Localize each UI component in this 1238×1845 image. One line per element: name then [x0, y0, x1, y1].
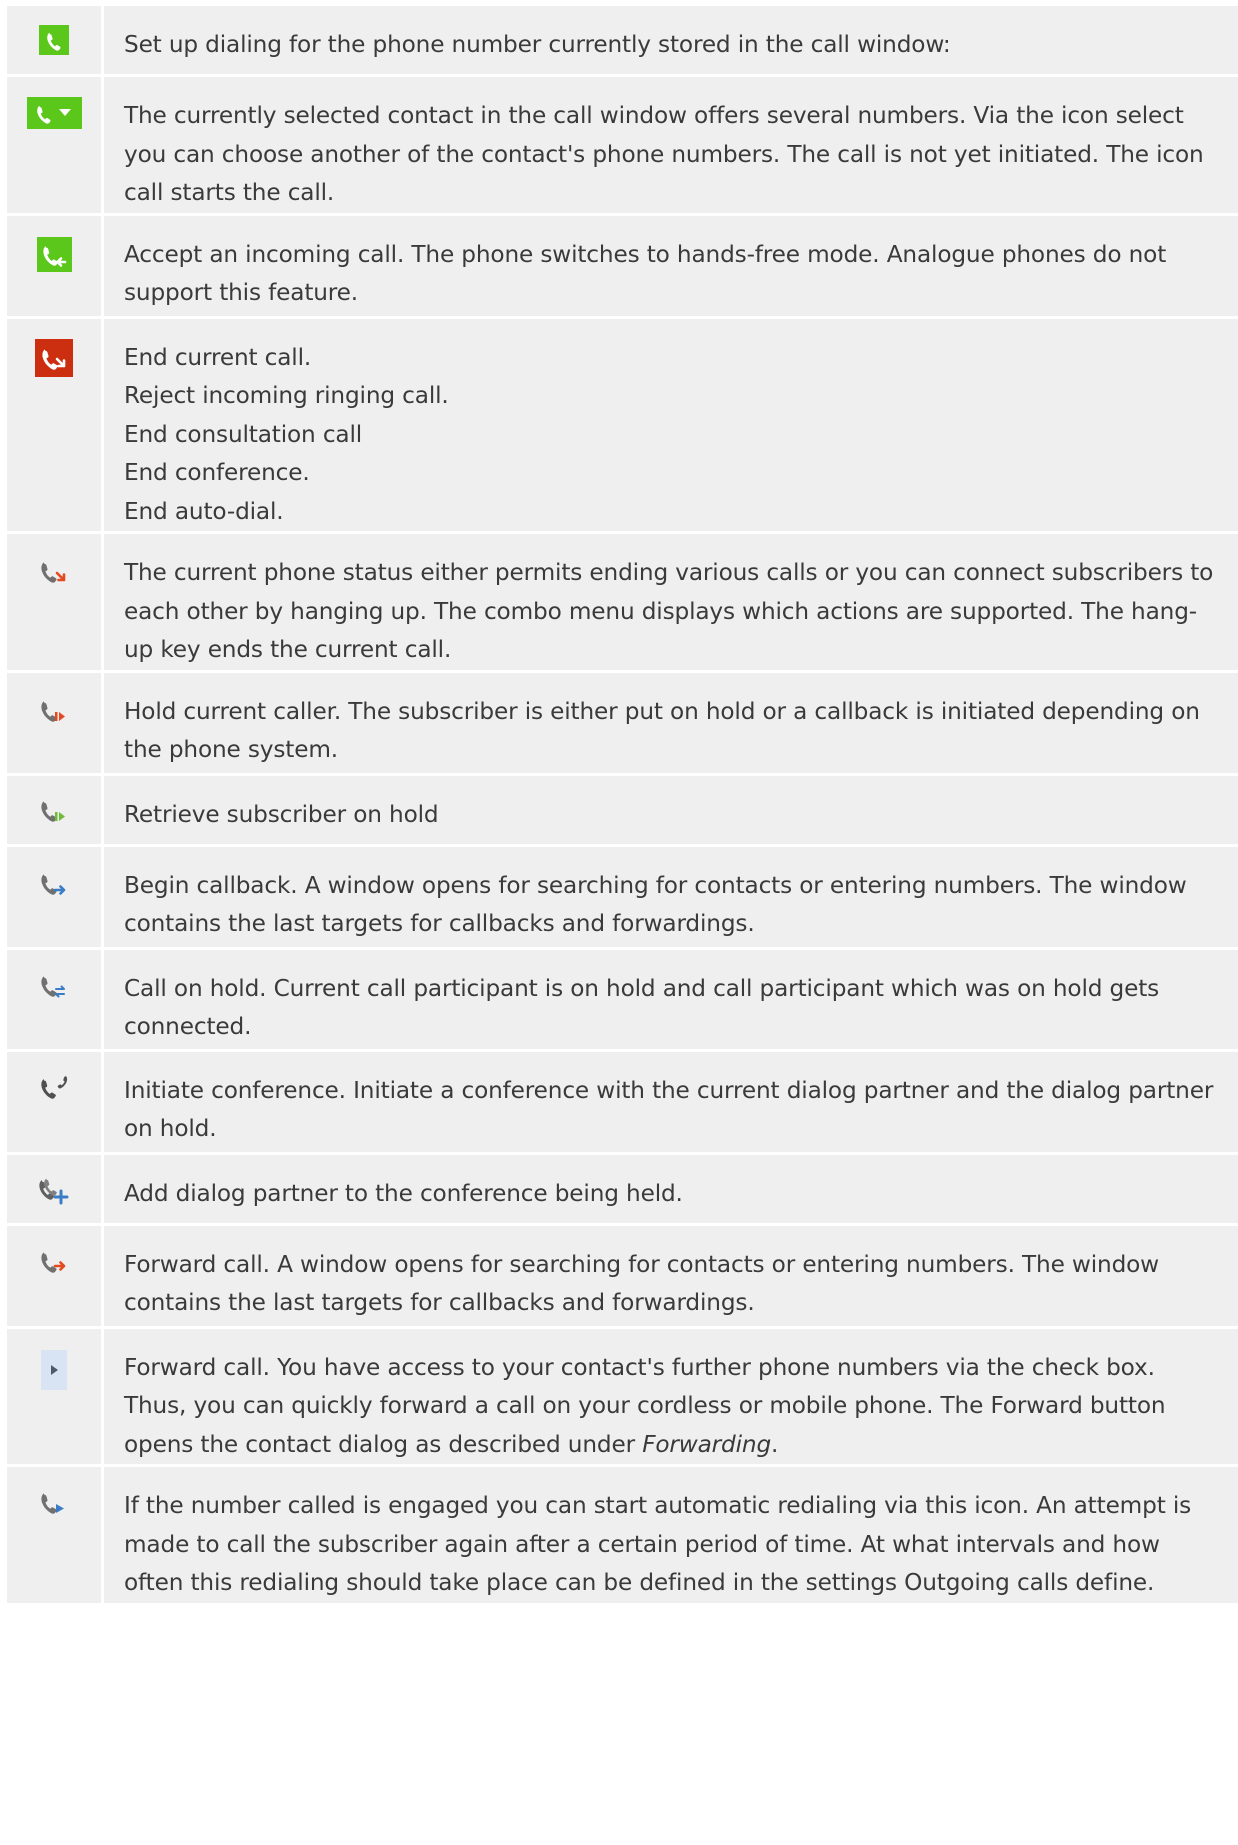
icon-cell — [7, 1051, 104, 1155]
description-cell: Accept an incoming call. The phone switc… — [104, 215, 1238, 319]
description-cell: Hold current caller. The subscriber is e… — [104, 672, 1238, 776]
table-row: Begin callback. A window opens for searc… — [7, 846, 1238, 950]
auto-redial-icon[interactable] — [38, 1487, 70, 1519]
swap-call-icon[interactable] — [38, 970, 70, 1002]
description-text: Add dialog partner to the conference bei… — [124, 1179, 683, 1207]
description-cell: The current phone status either permits … — [104, 534, 1238, 673]
icon-cell — [7, 1154, 104, 1226]
forward-call-icon[interactable] — [38, 1246, 70, 1278]
description-text: The currently selected contact in the ca… — [124, 102, 1204, 206]
description-cell: If the number called is engaged you can … — [104, 1467, 1238, 1606]
description-cell: Add dialog partner to the conference bei… — [104, 1154, 1238, 1226]
table-row: Initiate conference. Initiate a conferen… — [7, 1051, 1238, 1155]
accept-call-icon[interactable] — [36, 236, 72, 272]
hang-up-options-icon[interactable] — [38, 556, 70, 588]
description-cell: The currently selected contact in the ca… — [104, 77, 1238, 216]
icon-cell — [7, 6, 104, 77]
icon-cell — [7, 1467, 104, 1606]
table-row: Retrieve subscriber on hold — [7, 775, 1238, 847]
description-text: Accept an incoming call. The phone switc… — [124, 240, 1167, 307]
icon-cell — [7, 534, 104, 673]
retrieve-call-icon[interactable] — [38, 795, 70, 827]
description-text: Hold current caller. The subscriber is e… — [124, 697, 1200, 764]
table-row: End current call. Reject incoming ringin… — [7, 318, 1238, 534]
description-text: Set up dialing for the phone number curr… — [124, 31, 951, 58]
icon-cell — [7, 1328, 104, 1467]
table-row: Forward call. A window opens for searchi… — [7, 1225, 1238, 1329]
description-cell: Initiate conference. Initiate a conferen… — [104, 1051, 1238, 1155]
end-call-icon[interactable] — [35, 338, 73, 377]
description-cell: Retrieve subscriber on hold — [104, 775, 1238, 847]
description-cell: Set up dialing for the phone number curr… — [104, 6, 1238, 77]
table-row: Accept an incoming call. The phone switc… — [7, 215, 1238, 319]
description-text: Begin callback. A window opens for searc… — [124, 871, 1187, 938]
description-cell: Begin callback. A window opens for searc… — [104, 846, 1238, 950]
table-row: Forward call. You have access to your co… — [7, 1328, 1238, 1467]
icon-cell — [7, 318, 104, 534]
forwarding-reference: Forwarding — [642, 1430, 772, 1458]
description-cell: Forward call. You have access to your co… — [104, 1328, 1238, 1467]
description-line: End auto-dial. — [124, 497, 284, 525]
description-line: End current call. — [124, 343, 312, 371]
dial-icon[interactable] — [39, 25, 69, 55]
description-suffix: . — [771, 1430, 779, 1458]
description-line: End conference. — [124, 459, 310, 486]
icon-cell — [7, 1225, 104, 1329]
table-row: Set up dialing for the phone number curr… — [7, 6, 1238, 77]
forward-menu-icon[interactable] — [41, 1349, 67, 1390]
description-line: End consultation call — [124, 420, 363, 448]
table-row: Call on hold. Current call participant i… — [7, 949, 1238, 1052]
description-cell: Forward call. A window opens for searchi… — [104, 1225, 1238, 1329]
table-row: If the number called is engaged you can … — [7, 1467, 1238, 1606]
icon-cell — [7, 672, 104, 776]
description-cell: End current call. Reject incoming ringin… — [104, 318, 1238, 534]
icon-cell — [7, 77, 104, 216]
description-text: Initiate conference. Initiate a conferen… — [124, 1076, 1214, 1143]
table-row: The current phone status either permits … — [7, 534, 1238, 673]
dial-select-number-icon[interactable] — [26, 97, 82, 129]
icon-cell — [7, 775, 104, 847]
conference-icon[interactable] — [38, 1072, 70, 1104]
table-row: Hold current caller. The subscriber is e… — [7, 672, 1238, 776]
table-row: Add dialog partner to the conference bei… — [7, 1154, 1238, 1226]
add-to-conference-icon[interactable] — [37, 1174, 71, 1208]
description-text: Call on hold. Current call participant i… — [124, 974, 1160, 1041]
description-text: Retrieve subscriber on hold — [124, 800, 439, 828]
icon-description-table: Set up dialing for the phone number curr… — [7, 6, 1238, 1606]
description-text: If the number called is engaged you can … — [124, 1492, 1192, 1596]
hold-call-icon[interactable] — [38, 695, 70, 727]
description-line: Reject incoming ringing call. — [124, 382, 449, 409]
description-text: The current phone status either permits … — [124, 559, 1214, 663]
callback-icon[interactable] — [38, 868, 70, 900]
description-cell: Call on hold. Current call participant i… — [104, 949, 1238, 1052]
description-text: Forward call. A window opens for searchi… — [124, 1250, 1159, 1317]
table-row: The currently selected contact in the ca… — [7, 77, 1238, 216]
icon-cell — [7, 949, 104, 1052]
icon-cell — [7, 215, 104, 319]
icon-cell — [7, 846, 104, 950]
